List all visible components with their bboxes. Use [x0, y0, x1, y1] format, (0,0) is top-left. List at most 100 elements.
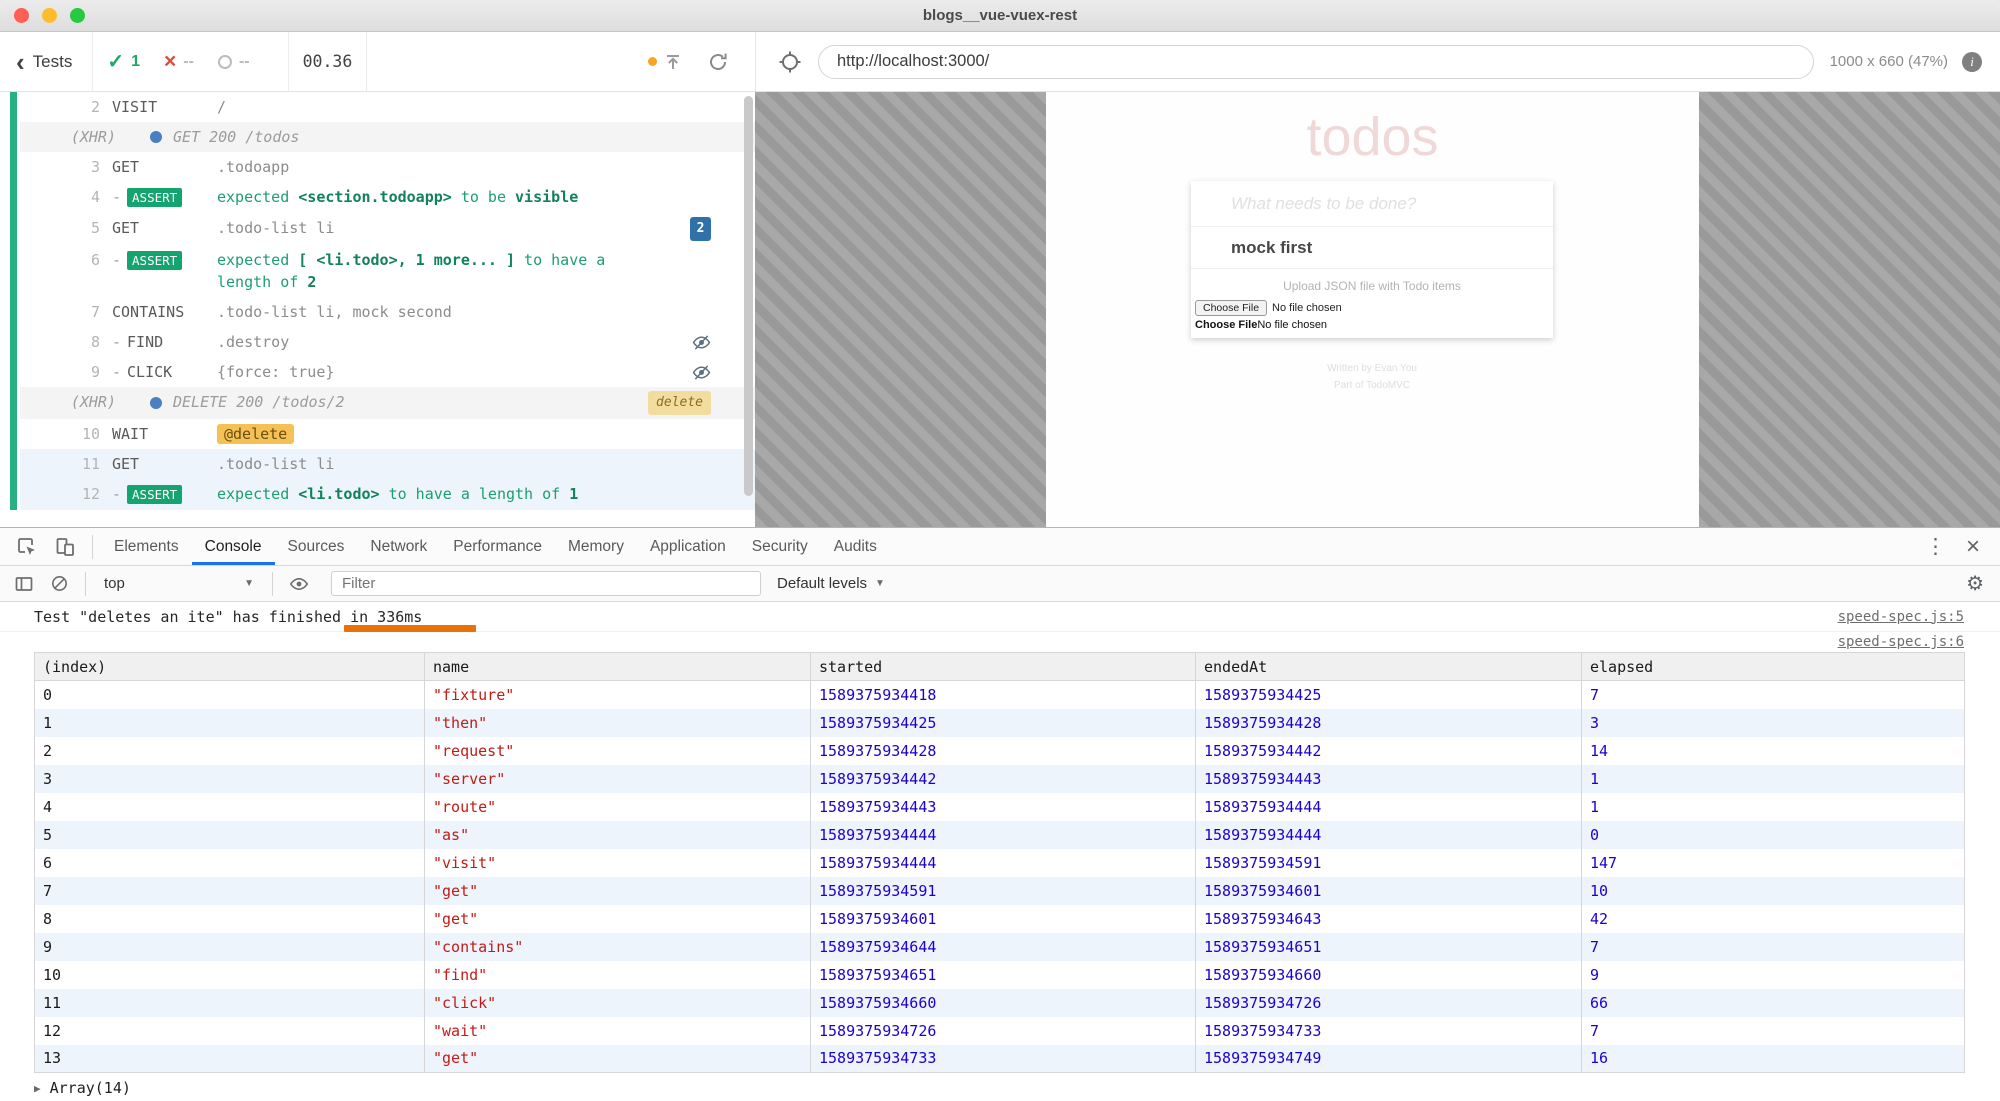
tab-elements[interactable]: Elements — [101, 528, 192, 565]
table-cell: 1589375934442 — [811, 765, 1196, 793]
route-alias-pill: @delete — [217, 424, 294, 444]
app-url-bar[interactable]: http://localhost:3000/ — [818, 45, 1814, 79]
table-row: 3"server"158937593444215893759344431 — [35, 765, 1965, 793]
minimize-window-button[interactable] — [42, 8, 57, 23]
choose-file-button[interactable]: Choose File — [1195, 300, 1267, 316]
tests-passed-stat: ✓ 1 — [107, 49, 140, 74]
table-cell: 1589375934660 — [1196, 961, 1582, 989]
console-sidebar-button[interactable] — [6, 574, 42, 594]
table-cell: "get" — [425, 905, 811, 933]
divider — [272, 572, 273, 596]
command-row[interactable]: 2VISIT/ — [20, 92, 755, 122]
devtools-menu-button[interactable]: ⋮ — [1917, 534, 1954, 559]
command-row[interactable]: 11GET.todo-list li — [20, 449, 755, 479]
command-row[interactable]: 10WAIT@delete — [20, 419, 755, 449]
tab-network[interactable]: Network — [357, 528, 440, 565]
chevron-left-icon: ‹ — [16, 52, 25, 72]
table-row: 13"get"1589375934733158937593474916 — [35, 1045, 1965, 1073]
tab-console[interactable]: Console — [192, 528, 275, 565]
close-window-button[interactable] — [14, 8, 29, 23]
command-row[interactable]: 9-CLICK{force: true} — [20, 357, 755, 387]
command-log-panel: 2VISIT/(XHR)GET 200 /todos3GET.todoapp4-… — [0, 92, 755, 527]
command-row[interactable]: (XHR)GET 200 /todos — [20, 122, 755, 152]
devtools-controls: ⋮ × — [1917, 534, 2000, 559]
table-column-header[interactable]: name — [425, 653, 811, 681]
xhr-status-dot-icon — [150, 397, 162, 409]
choose-file-label[interactable]: Choose File — [1195, 319, 1257, 331]
table-cell: 9 — [35, 933, 425, 961]
back-to-tests-button[interactable]: ‹ Tests — [0, 52, 78, 72]
new-todo-input[interactable]: What needs to be done? — [1191, 181, 1553, 227]
viewport-size-label: 1000 x 660 (47%) — [1830, 53, 1948, 70]
command-args: expected <section.todoapp> to be visible — [217, 186, 578, 208]
command-args: expected [ <li.todo>, 1 more... ] to hav… — [217, 249, 647, 293]
command-row[interactable]: 3GET.todoapp — [20, 152, 755, 182]
tab-memory[interactable]: Memory — [555, 528, 637, 565]
command-row[interactable]: 5GET.todo-list li2 — [20, 213, 755, 245]
table-column-header[interactable]: elapsed — [1582, 653, 1965, 681]
source-link[interactable]: speed-spec.js:6 — [1838, 634, 1964, 650]
tab-sources[interactable]: Sources — [275, 528, 358, 565]
table-cell: 147 — [1582, 849, 1965, 877]
table-column-header[interactable]: started — [811, 653, 1196, 681]
table-cell: 10 — [35, 961, 425, 989]
source-link[interactable]: speed-spec.js:5 — [1838, 609, 1964, 625]
table-cell: 1589375934726 — [811, 1017, 1196, 1045]
selector-playground-button[interactable] — [774, 46, 806, 78]
table-row: 12"wait"158937593472615893759347337 — [35, 1017, 1965, 1045]
command-row[interactable]: 8-FIND.destroy — [20, 327, 755, 357]
table-cell: 2 — [35, 737, 425, 765]
info-icon[interactable]: i — [1962, 52, 1982, 72]
inspect-element-button[interactable] — [8, 536, 46, 558]
expand-triangle-icon: ▶ — [34, 1082, 41, 1095]
table-cell: "fixture" — [425, 681, 811, 709]
test-passed-strip — [10, 92, 17, 510]
clear-console-button[interactable] — [42, 574, 77, 593]
command-log-scrollbar[interactable] — [744, 96, 753, 496]
refresh-icon — [707, 51, 729, 73]
log-levels-value: Default levels — [777, 575, 867, 592]
todo-list-item[interactable]: mock first — [1191, 227, 1553, 269]
console-filter-input[interactable] — [331, 571, 761, 596]
command-number: 4 — [20, 186, 100, 208]
array-expander[interactable]: ▶ Array(14) — [0, 1073, 2000, 1101]
runner-content: 2VISIT/(XHR)GET 200 /todos3GET.todoapp4-… — [0, 92, 2000, 527]
table-column-header[interactable]: (index) — [35, 653, 425, 681]
preview-header: http://localhost:3000/ 1000 x 660 (47%) … — [755, 32, 2000, 91]
command-row[interactable]: 6-ASSERTexpected [ <li.todo>, 1 more... … — [20, 245, 755, 297]
app-preview-panel: todos What needs to be done? mock first … — [755, 92, 2000, 527]
devtools-close-button[interactable]: × — [1958, 537, 1988, 557]
table-row: 2"request"1589375934428158937593444214 — [35, 737, 1965, 765]
tab-audits[interactable]: Audits — [821, 528, 890, 565]
eye-slash-icon — [692, 333, 711, 352]
command-row[interactable]: 7CONTAINS.todo-list li, mock second — [20, 297, 755, 327]
log-levels-select[interactable]: Default levels ▼ — [777, 575, 885, 592]
table-cell: 1589375934428 — [1196, 709, 1582, 737]
zoom-window-button[interactable] — [70, 8, 85, 23]
frame-context-select[interactable]: top ▼ — [94, 575, 264, 592]
tab-security[interactable]: Security — [739, 528, 821, 565]
command-row[interactable]: 4-ASSERTexpected <section.todoapp> to be… — [20, 182, 755, 213]
table-cell: 1 — [35, 709, 425, 737]
table-column-header[interactable]: endedAt — [1196, 653, 1582, 681]
command-number: 8 — [20, 331, 100, 353]
console-table: (index)namestartedendedAtelapsed 0"fixtu… — [34, 652, 1965, 1073]
table-cell: "click" — [425, 989, 811, 1017]
tab-performance[interactable]: Performance — [440, 528, 555, 565]
reload-tests-button[interactable] — [703, 47, 733, 77]
console-settings-gear-icon[interactable]: ⚙ — [1966, 571, 2000, 596]
tab-application[interactable]: Application — [637, 528, 739, 565]
command-name: -CLICK — [112, 361, 217, 383]
command-row[interactable]: (XHR)DELETE 200 /todos/2delete — [20, 387, 755, 419]
table-row: 5"as"158937593444415893759344440 — [35, 821, 1965, 849]
toggle-device-toolbar-button[interactable] — [46, 536, 84, 558]
console-toolbar: top ▼ Default levels ▼ ⚙ — [0, 566, 2000, 602]
table-cell: 9 — [1582, 961, 1965, 989]
live-expression-button[interactable] — [281, 574, 317, 594]
auto-scroll-indicator[interactable] — [648, 52, 683, 72]
devtools-panel: ElementsConsoleSourcesNetworkPerformance… — [0, 527, 2000, 1101]
titlebar: blogs__vue-vuex-rest — [0, 0, 2000, 32]
todos-footer: Written by Evan You Part of TodoMVC — [1191, 360, 1553, 394]
command-row[interactable]: 12-ASSERTexpected <li.todo> to have a le… — [20, 479, 755, 510]
table-cell: 12 — [35, 1017, 425, 1045]
